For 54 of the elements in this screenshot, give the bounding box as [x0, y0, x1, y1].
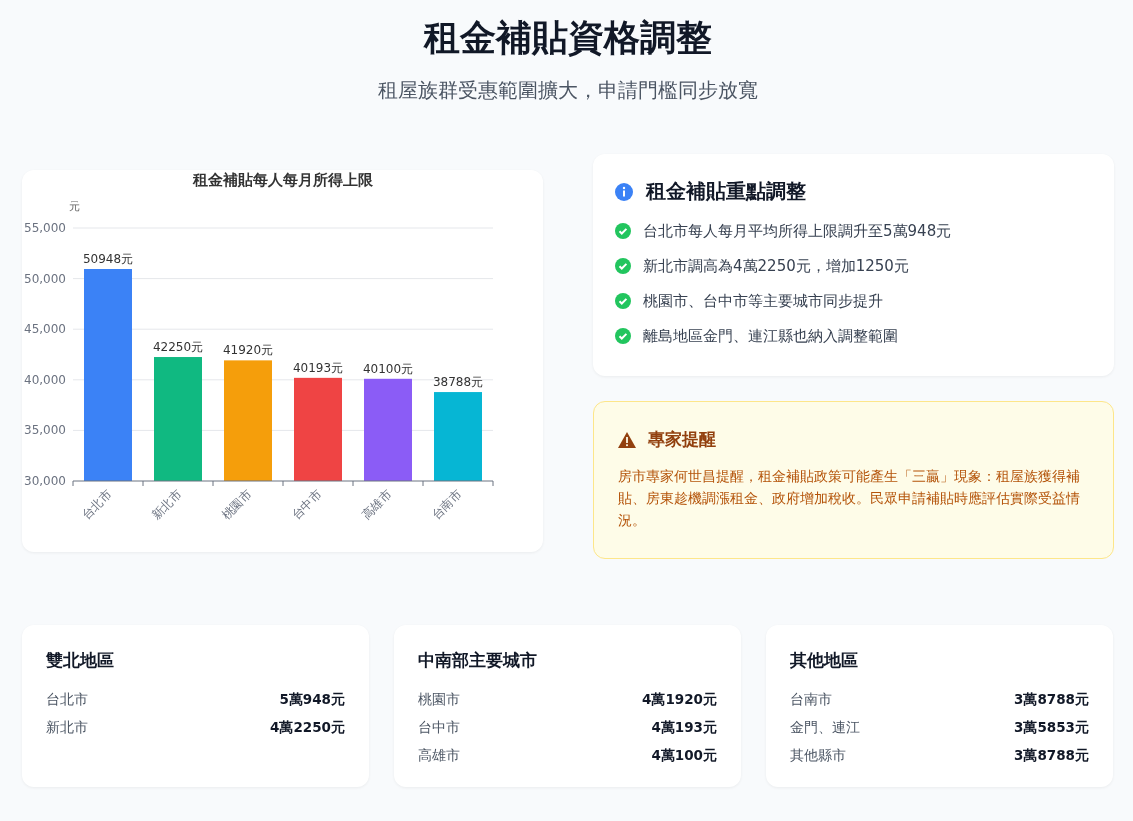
x-category-label: 桃園市 [218, 487, 255, 523]
y-tick-label: 50,000 [24, 271, 66, 286]
city-name: 台南市 [790, 691, 832, 709]
bar-value-label: 42250元 [152, 340, 204, 355]
key-point-text: 台北市每人每月平均所得上限調升至5萬948元 [643, 221, 952, 242]
city-name: 其他縣市 [790, 747, 846, 765]
key-point-text: 桃園市、台中市等主要城市同步提升 [643, 291, 883, 312]
region-title: 其他地區 [790, 649, 859, 672]
page-subtitle: 租屋族群受惠範圍擴大，申請門檻同步放寬 [377, 77, 758, 104]
check-circle-icon [615, 328, 631, 344]
bar-value-label: 38788元 [432, 375, 484, 390]
chart-title: 租金補貼每人每月所得上限 [193, 171, 373, 189]
city-name: 台北市 [46, 691, 88, 709]
bar-value-label: 40100元 [362, 361, 414, 376]
x-category-label: 台中市 [288, 487, 325, 523]
check-circle-icon [615, 258, 631, 274]
bar-value-label: 50948元 [82, 252, 134, 266]
city-name: 台中市 [418, 719, 460, 737]
y-tick-label: 55,000 [24, 221, 66, 235]
city-name: 高雄市 [418, 747, 460, 765]
city-name: 金門、連江 [790, 719, 860, 737]
income-limit-amount: 5萬948元 [279, 691, 345, 709]
y-axis-unit: 元 [68, 200, 80, 213]
income-limit-amount: 3萬5853元 [1014, 719, 1089, 737]
x-category-label: 台北市 [78, 487, 115, 523]
key-point-text: 新北市調高為4萬2250元，增加1250元 [643, 256, 909, 277]
bar-value-label: 41920元 [222, 343, 274, 358]
x-category-label: 台南市 [428, 487, 465, 523]
info-icon [615, 182, 633, 201]
x-category-label: 高雄市 [358, 487, 395, 523]
check-circle-icon [615, 293, 631, 309]
bar-value-label: 40193元 [292, 360, 344, 375]
city-name: 桃園市 [418, 691, 460, 709]
check-circle-icon [615, 223, 631, 239]
income-limit-amount: 3萬8788元 [1014, 691, 1089, 709]
income-limit-amount: 4萬193元 [651, 719, 717, 737]
warning-text: 房市專家何世昌提醒，租金補貼政策可能產生「三贏」現象：租屋族獲得補貼、房東趁機調漲租金、政府增加稅收。民眾申請補貼時應評估實際受益情況。 [618, 467, 1081, 530]
income-limit-amount: 4萬2250元 [270, 719, 345, 737]
page-title: 租金補貼資格調整 [423, 16, 712, 60]
region-title: 雙北地區 [46, 649, 115, 672]
income-limit-amount: 4萬1920元 [642, 691, 717, 709]
card-title: 租金補貼重點調整 [646, 178, 806, 205]
income-limit-amount: 4萬100元 [651, 747, 717, 765]
y-tick-label: 30,000 [24, 474, 66, 488]
y-tick-label: 45,000 [24, 322, 66, 337]
region-title: 中南部主要城市 [418, 649, 538, 672]
city-name: 新北市 [46, 719, 88, 737]
warning-icon [618, 431, 636, 448]
warning-title: 專家提醒 [648, 428, 716, 451]
y-tick-label: 35,000 [24, 423, 66, 438]
income-limit-amount: 3萬8788元 [1014, 747, 1089, 765]
x-category-label: 新北市 [148, 487, 185, 523]
y-tick-label: 40,000 [24, 372, 66, 387]
key-point-text: 離島地區金門、連江縣也納入調整範圍 [643, 326, 898, 347]
